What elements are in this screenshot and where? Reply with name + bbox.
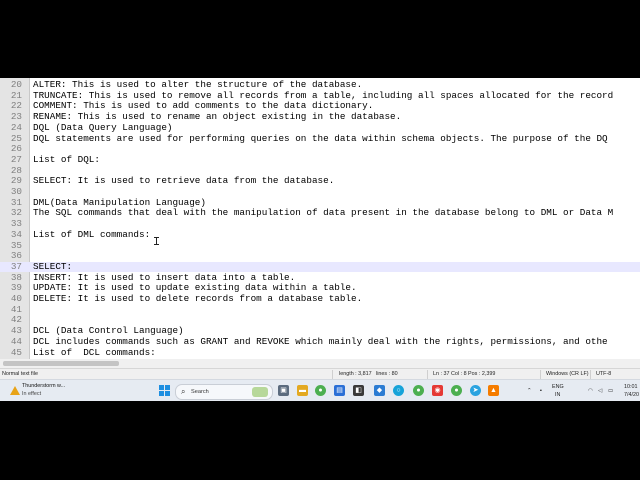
editor-line[interactable]: 25 DQL statements are used for performing… (0, 133, 640, 145)
file-explorer-icon[interactable]: ▬ (297, 385, 308, 396)
weather-title[interactable]: Thunderstorm w... (22, 383, 65, 389)
start-icon[interactable] (159, 385, 170, 396)
editor-line[interactable]: 24 DQL (Data Query Language) (0, 121, 640, 134)
line-text[interactable]: DELETE: It is used to delete records fro… (33, 293, 362, 305)
weather-subtitle: In effect (22, 391, 42, 397)
store-icon[interactable]: ◆ (374, 385, 385, 396)
taskbar: Thunderstorm w... In effect ⌕ Search ▣ ▬… (0, 379, 640, 401)
editor-line[interactable]: 27 List of DQL: (0, 153, 640, 166)
editor-line[interactable]: 29 SELECT: It is used to retrieve data fr… (0, 176, 640, 187)
editor-line[interactable]: 30 (0, 186, 640, 198)
speaker-icon[interactable]: ◁ (598, 380, 602, 401)
tray-app-icon[interactable]: ▪ (540, 380, 542, 401)
battery-icon[interactable]: ▭ (608, 380, 613, 401)
editor-line[interactable]: 41 (0, 304, 640, 316)
line-number: 30 (10, 186, 22, 197)
line-text[interactable]: SELECT: (33, 261, 72, 273)
search-highlight-icon (252, 387, 268, 397)
editor-line[interactable]: 37 SELECT: (0, 260, 640, 273)
editor-line[interactable]: 35 (0, 240, 640, 252)
line-text[interactable]: List of DCL commands: (33, 347, 156, 359)
search-label: Search (191, 389, 209, 395)
line-number: 40 (10, 293, 22, 304)
app-icon[interactable]: ◧ (353, 385, 364, 396)
search-button[interactable]: ⌕ Search (175, 384, 273, 400)
clock-date[interactable]: 7/4/20 (624, 384, 639, 401)
line-text[interactable]: List of DQL: (33, 154, 100, 166)
app-icon[interactable]: ▤ (334, 385, 345, 396)
line-text[interactable]: List of DML commands: (33, 229, 150, 241)
app-icon[interactable]: ◉ (432, 385, 443, 396)
editor-line[interactable]: 32 The SQL commands that deal with the ma… (0, 208, 640, 219)
chevron-up-icon[interactable]: ⌃ (527, 380, 532, 401)
line-text[interactable]: SELECT: It is used to retrieve data from… (33, 176, 334, 187)
line-number: 37 (10, 260, 22, 272)
cortana-icon[interactable]: ○ (393, 385, 404, 396)
search-icon: ⌕ (181, 387, 186, 396)
line-number: 27 (10, 153, 22, 165)
chrome-icon[interactable]: ● (315, 385, 326, 396)
editor-line[interactable]: 40 DELETE: It is used to delete records f… (0, 293, 640, 305)
chrome-icon[interactable]: ● (451, 385, 462, 396)
task-view-icon[interactable]: ▣ (278, 385, 289, 396)
line-text[interactable]: DQL (Data Query Language) (33, 122, 172, 134)
line-text[interactable]: DCL includes commands such as GRANT and … (33, 336, 608, 348)
text-cursor-icon (154, 237, 159, 245)
editor-line[interactable]: 20 ALTER: This is used to alter the struc… (0, 79, 640, 91)
telegram-icon[interactable]: ➤ (470, 385, 481, 396)
horizontal-scrollbar[interactable] (0, 359, 640, 368)
scrollbar-thumb[interactable] (3, 361, 119, 366)
region-indicator[interactable]: IN (555, 384, 560, 401)
editor-line[interactable]: 44 DCL includes commands such as GRANT an… (0, 335, 640, 348)
line-number: 45 (10, 346, 22, 358)
line-text[interactable]: DQL statements are used for performing q… (33, 133, 608, 145)
line-number: 20 (10, 79, 22, 90)
line-number: 44 (10, 335, 22, 347)
wifi-icon[interactable]: ◠ (588, 380, 593, 401)
line-text[interactable]: The SQL commands that deal with the mani… (33, 208, 613, 219)
vlc-icon[interactable]: ▲ (488, 385, 499, 396)
editor-line[interactable]: 45 List of DCL commands: (0, 346, 640, 359)
line-text[interactable]: ALTER: This is used to alter the structu… (33, 79, 362, 91)
weather-warning-icon[interactable] (10, 386, 20, 395)
text-editor[interactable]: 20 ALTER: This is used to alter the struc… (0, 78, 640, 368)
editor-line[interactable]: 34 List of DML commands: (0, 228, 640, 241)
editor-line[interactable]: 36 (0, 251, 640, 262)
line-number: 34 (10, 228, 22, 240)
chrome-icon[interactable]: ● (413, 385, 424, 396)
line-number: 24 (10, 121, 22, 133)
desktop-screen: 20 ALTER: This is used to alter the struc… (0, 78, 640, 401)
